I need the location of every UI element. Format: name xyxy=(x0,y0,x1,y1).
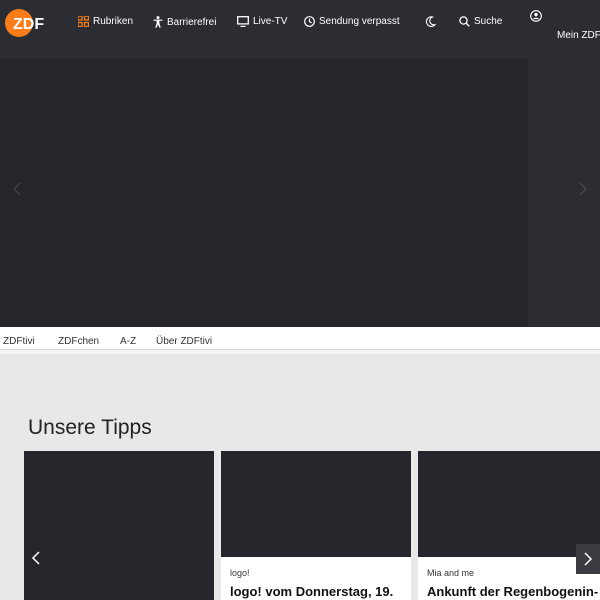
grid-icon xyxy=(78,16,89,27)
nav-barrierefrei-label: Barrierefrei xyxy=(167,16,217,28)
hero-banner[interactable] xyxy=(0,59,600,327)
teaser-card[interactable]: Mia and me Ankunft der Regenbogenin- xyxy=(418,451,600,600)
nav-live-tv[interactable]: Live-TV xyxy=(237,16,287,27)
dark-mode-toggle[interactable] xyxy=(425,16,436,27)
search-icon xyxy=(459,16,470,27)
subnav-zdfchen[interactable]: ZDFchen xyxy=(58,336,99,347)
section-title: Unsere Tipps xyxy=(28,416,152,439)
teaser-card[interactable] xyxy=(24,451,214,600)
nav-sendung-verpasst-label: Sendung verpasst xyxy=(319,16,400,27)
sub-navigation: ZDFtivi ZDFchen A-Z Über ZDFtivi xyxy=(0,327,600,350)
carousel-prev-button[interactable] xyxy=(28,546,46,570)
divider xyxy=(0,350,600,354)
chevron-right-icon xyxy=(579,182,588,196)
teaser-category: logo! xyxy=(230,568,250,578)
teaser-image xyxy=(24,451,214,600)
clock-icon xyxy=(304,16,315,27)
moon-icon xyxy=(425,16,436,27)
nav-live-tv-label: Live-TV xyxy=(253,16,288,27)
teaser-category: Mia and me xyxy=(427,568,475,578)
chevron-left-icon xyxy=(31,551,40,565)
teaser-title: logo! vom Donnerstag, 19. xyxy=(230,584,394,599)
subnav-zdftivi[interactable]: ZDFtivi xyxy=(3,336,35,347)
nav-rubriken-label: Rubriken xyxy=(93,16,134,27)
nav-sendung-verpasst[interactable]: Sendung verpasst xyxy=(304,16,400,27)
logo-text: ZDF xyxy=(13,16,44,33)
carousel-next-button[interactable] xyxy=(576,544,600,574)
teaser-title: Ankunft der Regenbogenin- xyxy=(427,584,599,599)
subnav-ueber-zdftivi[interactable]: Über ZDFtivi xyxy=(156,336,212,347)
chevron-right-icon xyxy=(584,552,593,566)
teaser-card[interactable]: logo! logo! vom Donnerstag, 19. xyxy=(221,451,411,600)
nav-suche[interactable]: Suche xyxy=(459,16,502,27)
teaser-image xyxy=(418,451,600,557)
nav-suche-label: Suche xyxy=(474,16,503,27)
tv-icon xyxy=(237,16,249,27)
hero-next-arrow[interactable] xyxy=(572,179,592,199)
chevron-left-icon xyxy=(12,182,21,196)
nav-rubriken[interactable]: Rubriken xyxy=(78,16,133,27)
mein-zdf-link[interactable]: Mein ZDF xyxy=(557,30,600,41)
accessibility-icon xyxy=(153,16,163,28)
teaser-image xyxy=(221,451,411,557)
nav-barrierefrei[interactable]: Barrierefrei xyxy=(153,16,216,28)
user-icon[interactable] xyxy=(530,9,542,27)
zdf-logo[interactable]: ZDF xyxy=(4,8,54,38)
hero-prev-arrow[interactable] xyxy=(8,179,28,199)
top-navigation-bar: ZDF Rubriken Barrierefrei Live-TV Sendun… xyxy=(0,0,600,59)
subnav-a-z[interactable]: A-Z xyxy=(120,336,136,347)
